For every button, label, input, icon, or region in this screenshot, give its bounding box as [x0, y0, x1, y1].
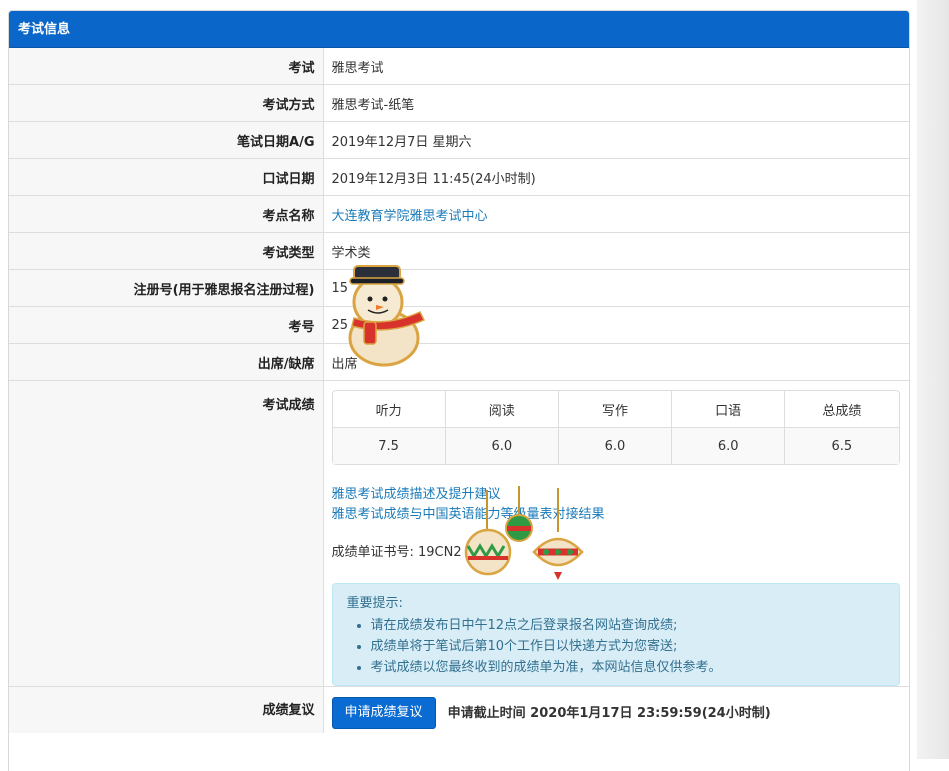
notice-item: 请在成绩发布日中午12点之后登录报名网站查询成绩; [371, 615, 885, 636]
row-label-attendance: 出席/缺席 [9, 343, 324, 381]
table-row: 考试 雅思考试 [9, 48, 909, 85]
table-row: 口试日期 2019年12月3日 11:45(24小时制) [9, 158, 909, 196]
row-value-speaking-date: 2019年12月3日 11:45(24小时制) [323, 158, 909, 196]
score-value-writing: 6.0 [558, 427, 673, 464]
row-label-registration-number: 注册号(用于雅思报名注册过程) [9, 269, 324, 307]
notice-item: 成绩单将于笔试后第10个工作日以快递方式为您寄送; [371, 636, 885, 657]
row-value-written-date: 2019年12月7日 星期六 [323, 121, 909, 159]
row-value-exam: 雅思考试 [331, 60, 384, 76]
row-label-candidate-number: 考号 [9, 306, 324, 344]
row-label-written-date: 笔试日期A/G [9, 121, 324, 159]
row-label-test-centre: 考点名称 [9, 195, 324, 233]
table-row: 成绩复议 申请成绩复议 申请截止时间 2020年1月17日 23:59:59(2… [9, 686, 909, 733]
table-row: 考试类型 学术类 [9, 232, 909, 270]
score-header-speaking: 口语 [672, 391, 786, 427]
test-centre-link[interactable]: 大连教育学院雅思考试中心 [332, 209, 488, 224]
important-notice: 重要提示: 请在成绩发布日中午12点之后登录报名网站查询成绩; 成绩单将于笔试后… [331, 583, 900, 686]
scores-table: 听力 阅读 写作 口语 总成绩 7.5 6.0 6.0 6.0 6.5 [331, 390, 900, 465]
table-row: 考试成绩 听力 阅读 写作 口语 总成绩 7.5 6.0 6.0 6.0 6.5… [9, 380, 909, 687]
row-label-review: 成绩复议 [9, 686, 324, 733]
table-row: 注册号(用于雅思报名注册过程) 15 [9, 269, 909, 307]
row-label-scores: 考试成绩 [9, 380, 324, 687]
score-header-listening: 听力 [333, 391, 446, 427]
row-label-exam: 考试 [9, 48, 324, 85]
review-deadline: 申请截止时间 2020年1月17日 23:59:59(24小时制) [447, 705, 771, 721]
score-value-speaking: 6.0 [672, 427, 786, 464]
row-value-exam-mode: 雅思考试-纸笔 [323, 84, 909, 122]
exam-info-panel: 考试信息 考试 雅思考试 考试方式 雅思考试-纸笔 笔试日期A/G 2019年1… [8, 10, 910, 771]
notice-title: 重要提示: [346, 596, 403, 611]
page-scroll-gutter [917, 0, 949, 759]
score-header-overall: 总成绩 [822, 403, 862, 419]
row-label-speaking-date: 口试日期 [9, 158, 324, 196]
score-header-writing: 写作 [559, 391, 673, 427]
scores-cell: 听力 阅读 写作 口语 总成绩 7.5 6.0 6.0 6.0 6.5 雅思考试… [323, 380, 909, 687]
score-links: 雅思考试成绩描述及提升建议 雅思考试成绩与中国英语能力等级量表对接结果 [332, 485, 902, 525]
score-value-reading: 6.0 [445, 427, 559, 464]
exam-info-table: 考试 雅思考试 考试方式 雅思考试-纸笔 笔试日期A/G 2019年12月7日 … [9, 48, 909, 733]
table-row: 考号 25 [9, 306, 909, 344]
table-row: 考试方式 雅思考试-纸笔 [9, 84, 909, 122]
table-row: 出席/缺席 出席 [9, 343, 909, 381]
snowman-sticker-icon [348, 265, 426, 367]
row-label-exam-mode: 考试方式 [9, 84, 324, 122]
review-cell: 申请成绩复议 申请截止时间 2020年1月17日 23:59:59(24小时制) [323, 686, 909, 733]
row-label-exam-type: 考试类型 [9, 232, 324, 270]
christmas-ornament-icons [464, 486, 584, 580]
score-header-reading: 阅读 [446, 391, 559, 427]
panel-title: 考试信息 [9, 11, 909, 48]
apply-review-button[interactable]: 申请成绩复议 [331, 697, 436, 729]
notice-item: 考试成绩以您最终收到的成绩单为准，本网站信息仅供参考。 [371, 657, 885, 678]
table-row: 笔试日期A/G 2019年12月7日 星期六 [9, 121, 909, 159]
notice-list: 请在成绩发布日中午12点之后登录报名网站查询成绩; 成绩单将于笔试后第10个工作… [347, 615, 885, 678]
table-row: 考点名称 大连教育学院雅思考试中心 [9, 195, 909, 233]
certificate-number: 成绩单证书号: 19CN2 MU [331, 545, 487, 560]
score-value-listening: 7.5 [332, 427, 446, 464]
score-value-overall: 6.5 [785, 427, 899, 464]
